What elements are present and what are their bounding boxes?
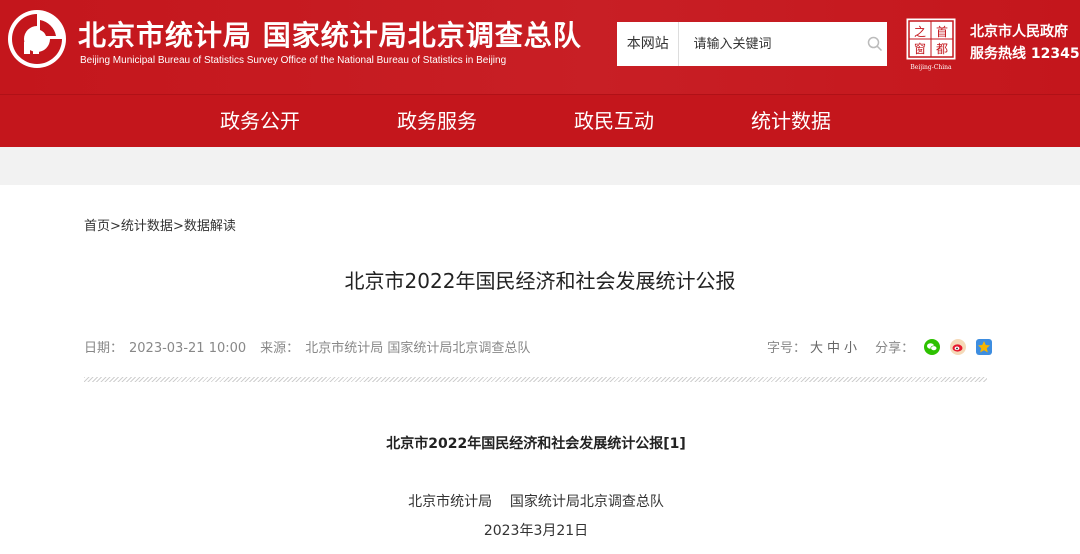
font-size-large-button[interactable]: 大 [810, 337, 823, 356]
date-label: 日期： [84, 341, 124, 356]
gov-hotline: 服务热线 12345 [970, 46, 1080, 62]
article-source: 北京市统计局 国家统计局北京调查总队 [305, 341, 531, 356]
breadcrumb-statistics-data[interactable]: 统计数据 [121, 219, 173, 234]
document-date: 2023年3月21日 [483, 523, 589, 539]
search-button[interactable] [863, 22, 887, 66]
breadcrumb-separator: > [172, 219, 184, 234]
article-card: 首页>统计数据>数据解读 北京市2022年国民经济和社会发展统计公报 日期： 20… [0, 185, 1080, 554]
site-header: 北京市统计局 国家统计局北京调查总队 Beijing Municipal Bur… [0, 0, 1080, 94]
logo-char: 窗 [914, 42, 926, 56]
nav-item-statistics-data[interactable]: 统计数据 [751, 95, 831, 148]
search-input[interactable] [679, 24, 864, 64]
logo-char: 首 [936, 25, 948, 39]
nav-item-interaction[interactable]: 政民互动 [574, 95, 654, 148]
search-icon [867, 36, 883, 52]
font-size-small-button[interactable]: 小 [844, 337, 857, 356]
article-tools: 字号： 大 中 小 分享： [767, 337, 1002, 356]
site-title: 北京市统计局 国家统计局北京调查总队 [78, 19, 582, 52]
nav-item-government-services[interactable]: 政务服务 [397, 95, 477, 148]
logo-char: 之 [914, 25, 926, 39]
document-author: 北京市统计局 国家统计局北京调查总队 [408, 494, 664, 510]
article-meta: 日期： 2023-03-21 10:00 来源： 北京市统计局 国家统计局北京调查总队 [84, 337, 536, 356]
source-label: 来源： [260, 341, 300, 356]
document-heading: 北京市2022年国民经济和社会发展统计公报[1] [386, 436, 686, 452]
breadcrumb: 首页>统计数据>数据解读 [84, 215, 236, 234]
search-box: 本网站 [617, 22, 887, 66]
bureau-logo-icon [8, 10, 66, 68]
breadcrumb-home[interactable]: 首页 [84, 219, 110, 234]
share-label: 分享： [875, 341, 915, 356]
qzone-icon[interactable] [976, 338, 993, 355]
nav-item-government-affairs[interactable]: 政务公开 [220, 95, 300, 148]
gov-name-link[interactable]: 北京市人民政府 [970, 21, 1068, 41]
logo-caption: Beijing-China [910, 64, 952, 71]
capital-window-logo-icon[interactable]: 之 首 窗 都 Beijing-China [906, 18, 956, 72]
font-size-label: 字号： [767, 341, 807, 356]
site-subtitle: Beijing Municipal Bureau of Statistics S… [80, 55, 507, 66]
font-size-medium-button[interactable]: 中 [827, 337, 840, 356]
breadcrumb-separator: > [110, 219, 121, 234]
main-nav: 政务公开 政务服务 政民互动 统计数据 [0, 94, 1080, 147]
logo-char: 都 [936, 42, 948, 56]
breadcrumb-data-interpretation[interactable]: 数据解读 [184, 219, 236, 234]
dotted-divider [84, 377, 987, 382]
weibo-icon[interactable] [950, 338, 967, 355]
wechat-icon[interactable] [924, 338, 941, 355]
article-title: 北京市2022年国民经济和社会发展统计公报 [344, 269, 736, 293]
search-scope-select[interactable]: 本网站 [617, 22, 680, 66]
publish-date: 2023-03-21 10:00 [129, 341, 247, 356]
